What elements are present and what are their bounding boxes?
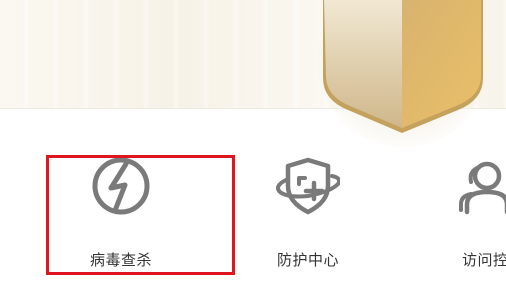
users-icon — [459, 161, 506, 215]
access-control-label: 访问控 — [462, 251, 506, 269]
protection-center-label: 防护中心 — [276, 251, 339, 269]
feature-row: 病毒查杀 防护中心 访问控 — [0, 140, 506, 290]
security-app-window: 病毒查杀 防护中心 访问控 — [0, 0, 506, 306]
lightning-circle-icon — [92, 157, 150, 215]
virus-scan-label: 病毒查杀 — [89, 251, 152, 269]
access-control-button[interactable]: 访问控 — [397, 140, 506, 280]
gold-shield-icon — [323, 0, 483, 133]
shield-left-face — [324, 0, 402, 128]
virus-scan-button[interactable]: 病毒查杀 — [31, 140, 211, 280]
protection-center-button[interactable]: 防护中心 — [218, 140, 398, 280]
shield-right-face — [402, 0, 481, 128]
shield-plus-orbit-icon — [276, 157, 340, 215]
